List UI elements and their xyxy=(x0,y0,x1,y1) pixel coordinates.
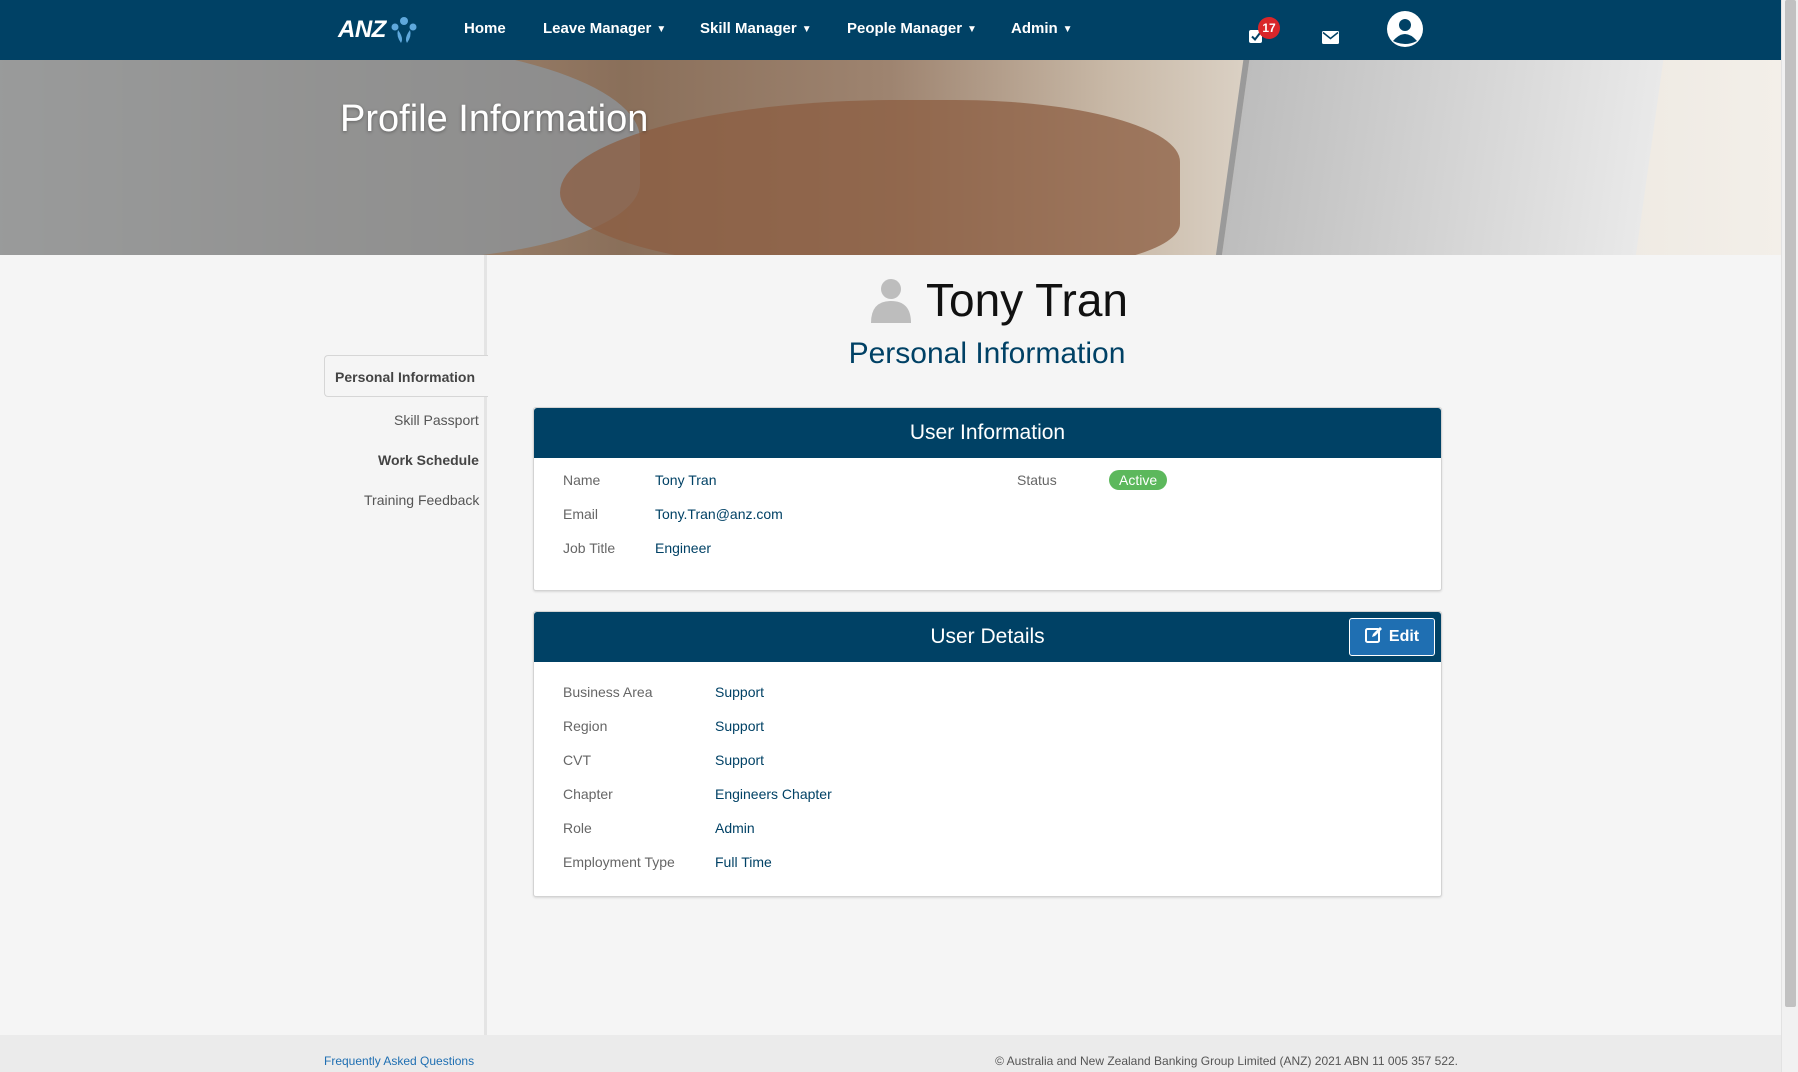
nav-home[interactable]: Home xyxy=(464,20,506,37)
field-value-name: Tony Tran xyxy=(655,472,717,488)
field-label: CVT xyxy=(563,752,591,768)
scrollbar-thumb[interactable] xyxy=(1785,0,1796,1007)
nav-people-manager-label: People Manager xyxy=(847,20,963,37)
status-label: Status xyxy=(1017,472,1057,488)
task-count-badge: 17 xyxy=(1258,17,1280,39)
field-label: Business Area xyxy=(563,684,653,700)
chevron-down-icon: ▼ xyxy=(801,24,812,35)
faq-link[interactable]: Frequently Asked Questions xyxy=(324,1054,474,1068)
sidebar-item-label: Personal Information xyxy=(335,369,476,385)
field-label: Name xyxy=(563,472,601,488)
nav-admin[interactable]: Admin ▼ xyxy=(1011,20,1073,37)
nav-skill-manager-label: Skill Manager xyxy=(700,20,797,37)
sidebar-item-label: Work Schedule xyxy=(378,452,479,468)
nav-leave-manager-label: Leave Manager xyxy=(543,20,652,37)
edit-icon xyxy=(1364,627,1382,643)
section-title: Personal Information xyxy=(848,337,1126,370)
sidebar-item-label: Training Feedback xyxy=(364,492,480,508)
field-value-employment-type: Full Time xyxy=(715,854,772,870)
field-label: Role xyxy=(563,820,592,836)
copyright-text: © Australia and New Zealand Banking Grou… xyxy=(995,1054,1458,1068)
hero-title: Profile Information xyxy=(340,98,649,140)
user-silhouette-icon xyxy=(871,279,911,323)
user-details-panel: User Details Edit Business Area Support … xyxy=(533,611,1442,897)
field-value-role: Admin xyxy=(715,820,755,836)
panel-header: User Details Edit xyxy=(534,612,1441,662)
field-label: Employment Type xyxy=(563,854,675,870)
field-value-business-area: Support xyxy=(715,684,765,700)
field-label: Chapter xyxy=(563,786,613,802)
nav-home-label: Home xyxy=(464,20,506,37)
field-label: Email xyxy=(563,506,599,522)
nav-skill-manager[interactable]: Skill Manager ▼ xyxy=(700,20,812,37)
sidebar-item-personal-information[interactable]: Personal Information xyxy=(324,355,488,397)
chevron-down-icon: ▼ xyxy=(656,24,667,35)
field-value-job-title: Engineer xyxy=(655,540,712,556)
chevron-down-icon: ▼ xyxy=(967,24,977,35)
nav-people-manager[interactable]: People Manager ▼ xyxy=(847,20,977,37)
edit-button-label: Edit xyxy=(1388,628,1420,645)
hero-sweater-decoration xyxy=(0,60,640,255)
field-value-email: Tony.Tran@anz.com xyxy=(655,506,783,522)
chevron-down-icon: ▼ xyxy=(1062,24,1073,35)
top-navbar: ANZ Home Leave Manager ▼ Skill Manager ▼ P… xyxy=(0,0,1781,60)
mail-icon[interactable] xyxy=(1322,31,1339,49)
field-label: Region xyxy=(563,718,608,734)
user-details-body: Business Area Support Region Support CVT… xyxy=(534,662,1441,896)
sidebar-item-label: Skill Passport xyxy=(394,412,479,428)
logo-text: ANZ xyxy=(338,16,386,43)
user-information-body: Name Tony Tran Email Tony.Tran@anz.com J… xyxy=(534,458,1441,590)
user-information-panel: User Information Name Tony Tran Email To… xyxy=(533,407,1442,591)
hero-banner: Profile Information xyxy=(0,60,1781,255)
anz-people-icon xyxy=(391,17,417,43)
field-label: Job Title xyxy=(563,540,616,556)
panel-title: User Details xyxy=(930,625,1045,648)
panel-title: User Information xyxy=(534,408,1441,458)
edit-button[interactable]: Edit xyxy=(1349,618,1435,656)
page-footer: Frequently Asked Questions © Australia a… xyxy=(0,1035,1781,1072)
anz-logo[interactable]: ANZ xyxy=(338,12,420,48)
field-value-chapter: Engineers Chapter xyxy=(715,786,832,802)
hero-hand-decoration xyxy=(560,100,1180,255)
nav-leave-manager[interactable]: Leave Manager ▼ xyxy=(543,20,666,37)
status-badge: Active xyxy=(1109,470,1168,490)
hero-laptop-decoration xyxy=(1215,60,1665,255)
field-value-cvt: Support xyxy=(715,752,765,768)
nav-admin-label: Admin xyxy=(1011,20,1058,37)
profile-name: Tony Tran xyxy=(926,274,1128,326)
field-value-region: Support xyxy=(715,718,765,734)
user-avatar-icon[interactable] xyxy=(1387,11,1423,52)
vertical-scrollbar[interactable] xyxy=(1781,0,1798,1072)
profile-header: Tony Tran xyxy=(870,270,1128,330)
